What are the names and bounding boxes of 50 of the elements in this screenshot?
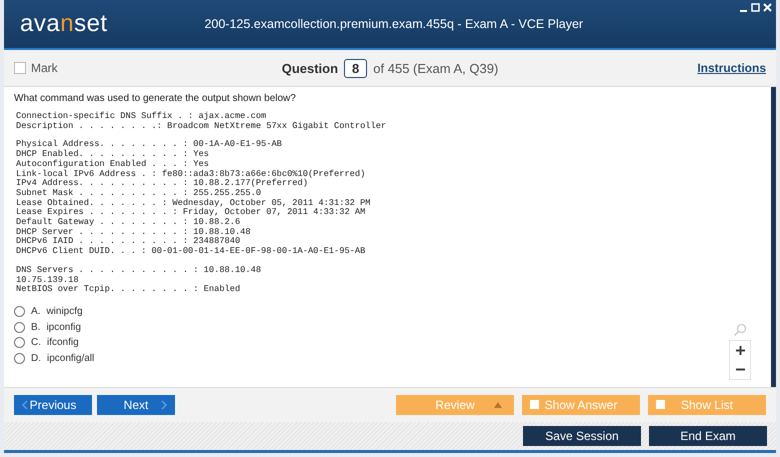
option-text: ipconfig/all: [47, 352, 94, 364]
option-text: ifconfig: [47, 337, 79, 348]
code-line: Description . . . . . . . .: Broadcom NetXtreme 57xx Gigabit Controller: [16, 122, 388, 132]
question-count: of 455 (Exam A, Q39): [373, 60, 498, 76]
code-line: Physical Address. . . . . . . . : 00-1A-A0-E1-95-AB: [16, 140, 283, 150]
triangle-icon: [494, 402, 502, 408]
code-line: 10.75.139.18: [16, 276, 80, 285]
end-exam-button[interactable]: End Exam: [649, 426, 767, 446]
search-icon: [733, 323, 747, 337]
question-number-field[interactable]: 8: [344, 58, 368, 78]
code-line: Connection-specific DNS Suffix . : ajax.acme.com: [16, 112, 268, 122]
scrollbar[interactable]: [771, 87, 776, 387]
code-line: IPv4 Address. . . . . . . . . . : 10.88.2.177(Preferred): [16, 179, 309, 188]
option-text: winipcfg: [46, 306, 83, 318]
code-line: DHCP Server . . . . . . . . . . : 10.88.10.48: [16, 228, 252, 237]
question-label: Question: [282, 60, 338, 76]
close-icon[interactable]: [763, 3, 772, 12]
code-line: DNS Servers . . . . . . . . . . . : 10.88.10.48: [16, 266, 262, 276]
code-line: Link-local IPv6 Address . : fe80::ada3:8b73:a66e:6bc0%10(Preferred): [16, 170, 366, 179]
mark-label: Mark: [31, 61, 58, 75]
previous-button[interactable]: Previous: [14, 395, 92, 415]
radio-button[interactable]: [14, 337, 25, 348]
option-text: ipconfig: [46, 322, 81, 333]
radio-button[interactable]: [14, 322, 25, 333]
radio-button[interactable]: [14, 352, 25, 364]
question-text: What command was used to generate the output shown below?: [14, 93, 297, 104]
chevron-right-icon: [161, 400, 167, 410]
chevron-left-icon: [22, 400, 28, 410]
maximize-icon[interactable]: [751, 3, 760, 12]
app-logo: avanset: [20, 10, 108, 38]
instructions-link[interactable]: Instructions: [526, 61, 766, 75]
option-letter: A.: [31, 306, 40, 318]
code-line: Lease Obtained. . . . . . . : Wednesday, October 05, 2011 4:31:32 PM: [16, 198, 372, 208]
window-title: 200-125.examcollection.premium.exam.455q - Exam A - VCE Player: [203, 17, 584, 31]
option-letter: D.: [31, 352, 41, 364]
code-line: Default Gateway . . . . . . . . : 10.88.2.6: [16, 218, 242, 228]
code-line: Subnet Mask . . . . . . . . . . : 255.255.255.0: [16, 188, 262, 198]
mark-checkbox[interactable]: [14, 62, 26, 74]
code-line: NetBIOS over Tcpip. . . . . . . . : Enabled: [16, 285, 242, 295]
save-session-button[interactable]: Save Session: [523, 426, 641, 446]
code-line: Lease Expires . . . . . . . . : Friday, October 07, 2011 4:33:32 AM: [16, 208, 366, 218]
radio-button[interactable]: [14, 306, 25, 318]
option-letter: B.: [31, 322, 40, 333]
plus-icon: [736, 346, 744, 355]
code-line: Autoconfiguration Enabled . . . : Yes: [16, 160, 210, 170]
code-line: DHCP Enabled. . . . . . . . . . : Yes: [16, 150, 210, 160]
next-button[interactable]: Next: [97, 395, 175, 415]
code-line: DHCPv6 Client DUID. . . : 00-01-00-01-14-EE-0F-98-00-1A-A0-E1-95-AB: [16, 247, 366, 257]
code-line: DHCPv6 IAID . . . . . . . . . . : 234887840: [16, 237, 242, 246]
option-letter: C.: [31, 337, 41, 348]
